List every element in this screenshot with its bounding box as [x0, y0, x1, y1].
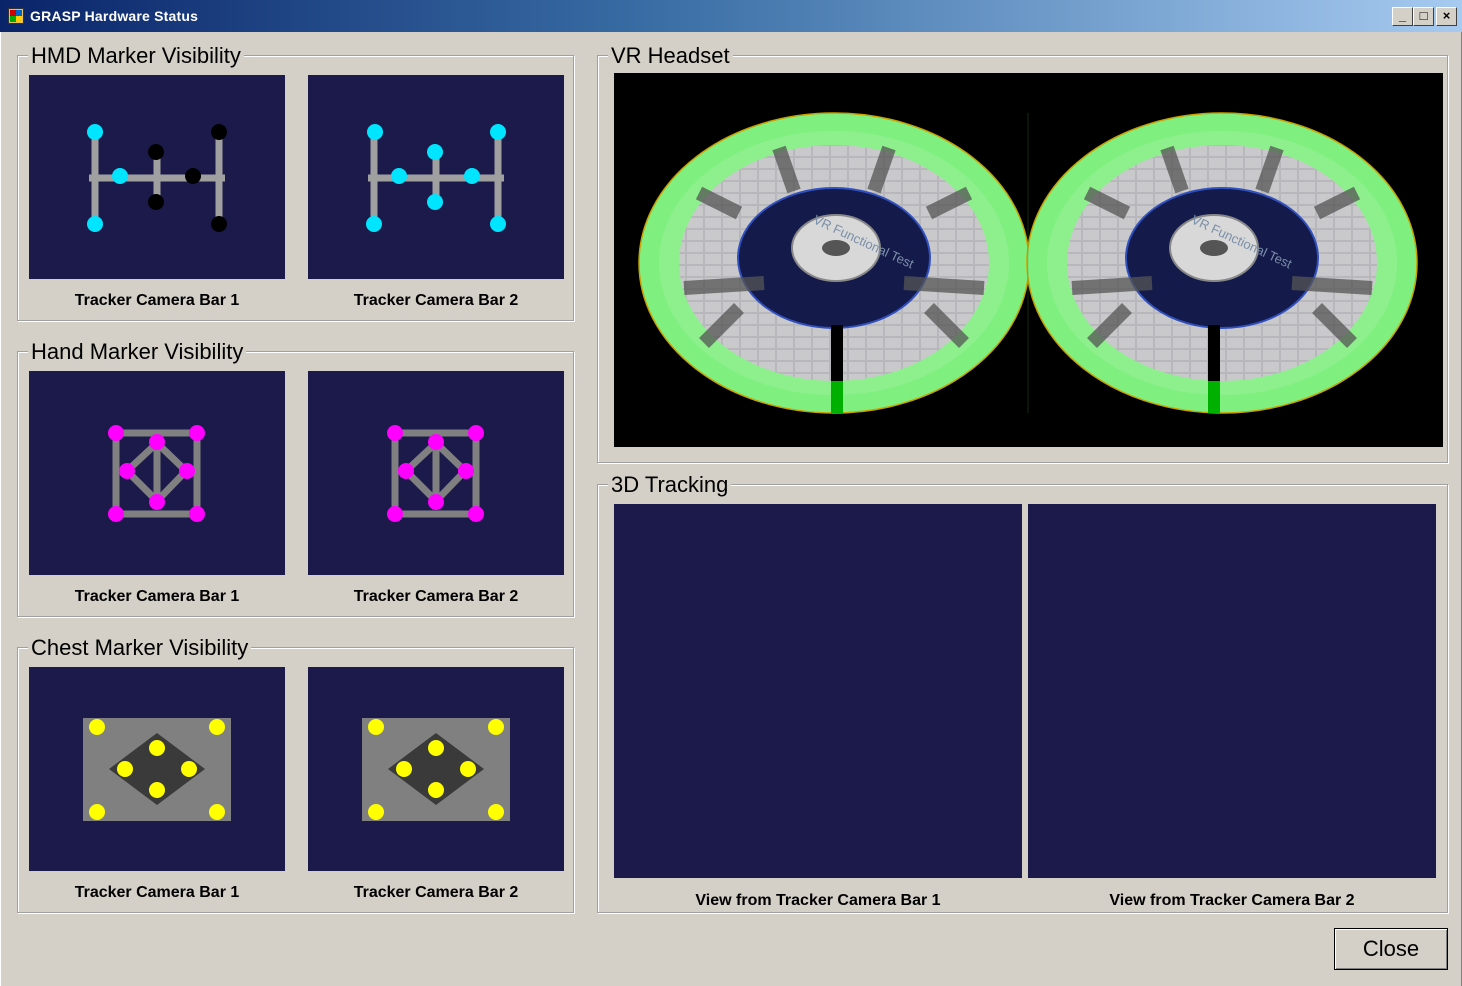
chest-marker-diagram	[362, 718, 510, 821]
chest-marker	[428, 740, 444, 756]
hand-marker	[398, 463, 414, 479]
chest-marker	[117, 761, 133, 777]
hmd-view-bar-2	[308, 75, 564, 279]
chest-marker	[149, 782, 165, 798]
hand-caption-bar-2: Tracker Camera Bar 2	[353, 588, 519, 605]
hand-marker-diagram	[387, 425, 484, 522]
group-title: 3D Tracking	[608, 472, 732, 498]
group-title: HMD Marker Visibility	[28, 43, 244, 69]
hand-marker	[428, 494, 444, 510]
hand-marker	[468, 425, 484, 441]
chest-caption-bar-2: Tracker Camera Bar 2	[353, 884, 519, 901]
hand-marker-diagram	[108, 425, 205, 522]
close-button[interactable]: Close	[1334, 928, 1448, 970]
hmd-marker-diagram	[87, 124, 227, 232]
hmd-marker	[367, 124, 383, 140]
chest-marker	[89, 719, 105, 735]
hmd-marker	[112, 168, 128, 184]
hand-marker	[387, 425, 403, 441]
right-eye-view: VR Functional Test	[1026, 112, 1418, 414]
hmd-view-bar-1	[29, 75, 285, 279]
hand-marker	[108, 506, 124, 522]
hand-marker	[108, 425, 124, 441]
app-icon	[8, 8, 24, 24]
hand-marker	[387, 506, 403, 522]
hmd-marker	[148, 144, 164, 160]
hmd-marker	[464, 168, 480, 184]
tracking-view-bar-1	[614, 504, 1022, 878]
window-title: GRASP Hardware Status	[30, 8, 199, 24]
chest-marker-diagram	[83, 718, 231, 821]
chest-marker	[396, 761, 412, 777]
hmd-caption-bar-2: Tracker Camera Bar 2	[353, 292, 519, 309]
vr-headset-view: VR Functional Test VR Functional Test	[614, 73, 1443, 447]
hand-marker	[149, 494, 165, 510]
hmd-marker	[211, 124, 227, 140]
hmd-marker	[427, 194, 443, 210]
hmd-marker	[211, 216, 227, 232]
hand-marker	[189, 425, 205, 441]
chest-marker	[428, 782, 444, 798]
hand-view-bar-2	[308, 371, 564, 575]
hand-caption-bar-1: Tracker Camera Bar 1	[74, 588, 240, 605]
hand-marker	[119, 463, 135, 479]
hand-marker	[428, 434, 444, 450]
hmd-marker	[427, 144, 443, 160]
hand-marker	[179, 463, 195, 479]
hmd-marker	[490, 216, 506, 232]
title-bar: GRASP Hardware Status _ □ ×	[0, 0, 1462, 32]
tracking-view-bar-2	[1028, 504, 1436, 878]
chest-marker	[488, 804, 504, 820]
hmd-marker	[87, 124, 103, 140]
chest-marker	[209, 719, 225, 735]
vr-stereo-view: VR Functional Test VR Functional Test	[638, 112, 1418, 414]
minimize-button[interactable]: _	[1392, 7, 1413, 26]
left-eye-view: VR Functional Test	[638, 112, 1030, 414]
chest-marker	[89, 804, 105, 820]
hand-marker	[149, 434, 165, 450]
maximize-button[interactable]: □	[1413, 7, 1434, 26]
hand-marker	[458, 463, 474, 479]
chest-marker	[368, 719, 384, 735]
chest-marker	[209, 804, 225, 820]
chest-marker	[368, 804, 384, 820]
hmd-marker	[391, 168, 407, 184]
group-title: Chest Marker Visibility	[28, 635, 252, 661]
hand-marker	[468, 506, 484, 522]
hmd-marker	[490, 124, 506, 140]
chest-marker	[460, 761, 476, 777]
tracking-caption-bar-1: View from Tracker Camera Bar 1	[695, 892, 941, 909]
hand-marker	[189, 506, 205, 522]
chest-marker	[488, 719, 504, 735]
chest-caption-bar-1: Tracker Camera Bar 1	[74, 884, 240, 901]
chest-view-bar-1	[29, 667, 285, 871]
chest-marker	[181, 761, 197, 777]
chest-marker	[149, 740, 165, 756]
chest-view-bar-2	[308, 667, 564, 871]
close-window-button[interactable]: ×	[1436, 7, 1457, 26]
hmd-marker	[148, 194, 164, 210]
hmd-marker	[366, 216, 382, 232]
hmd-marker	[87, 216, 103, 232]
hmd-marker-diagram	[366, 124, 506, 232]
hmd-marker	[185, 168, 201, 184]
group-title: VR Headset	[608, 43, 733, 69]
hand-view-bar-1	[29, 371, 285, 575]
tracking-caption-bar-2: View from Tracker Camera Bar 2	[1109, 892, 1355, 909]
group-title: Hand Marker Visibility	[28, 339, 247, 365]
hmd-caption-bar-1: Tracker Camera Bar 1	[74, 292, 240, 309]
